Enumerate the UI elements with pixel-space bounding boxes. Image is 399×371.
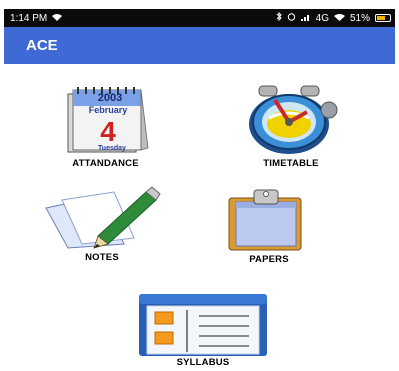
alarm-icon	[287, 12, 296, 24]
wifi-icon	[52, 13, 63, 24]
tile-timetable[interactable]: TIMETABLE	[235, 82, 347, 169]
bluetooth-icon	[276, 11, 282, 24]
clock-icon	[249, 85, 338, 154]
battery-icon	[375, 14, 391, 22]
tile-syllabus[interactable]: SYLLABUS	[137, 292, 269, 368]
list-document-icon	[139, 294, 267, 356]
tile-label: TIMETABLE	[263, 158, 319, 169]
tile-papers[interactable]: PAPERS	[224, 188, 314, 265]
clipboard-icon	[228, 189, 302, 251]
tile-notes[interactable]: NOTES	[42, 186, 162, 263]
tile-label: NOTES	[85, 252, 119, 263]
app-bar: ACE	[4, 27, 395, 64]
calendar-icon: 2003 February 4 Tuesday	[67, 87, 149, 153]
status-bar: 1:14 PM 4G 51%	[4, 9, 395, 27]
calendar-day: 4	[100, 116, 116, 147]
network-type: 4G	[315, 12, 329, 24]
notepad-pen-icon	[45, 186, 161, 249]
signal-icon	[300, 13, 311, 24]
wifi-icon-right	[333, 13, 345, 24]
calendar-year: 2003	[98, 92, 122, 104]
app-title: ACE	[26, 37, 58, 54]
battery-percent: 51%	[349, 12, 370, 24]
calendar-month: February	[89, 105, 128, 115]
status-time: 1:14 PM	[10, 12, 48, 24]
tile-label: PAPERS	[249, 254, 289, 265]
calendar-weekday: Tuesday	[98, 145, 126, 152]
tile-label: ATTANDANCE	[72, 158, 139, 169]
tile-label: SYLLABUS	[176, 357, 230, 368]
tile-attendance[interactable]: 2003 February 4 Tuesday ATTANDANCE	[58, 84, 153, 169]
